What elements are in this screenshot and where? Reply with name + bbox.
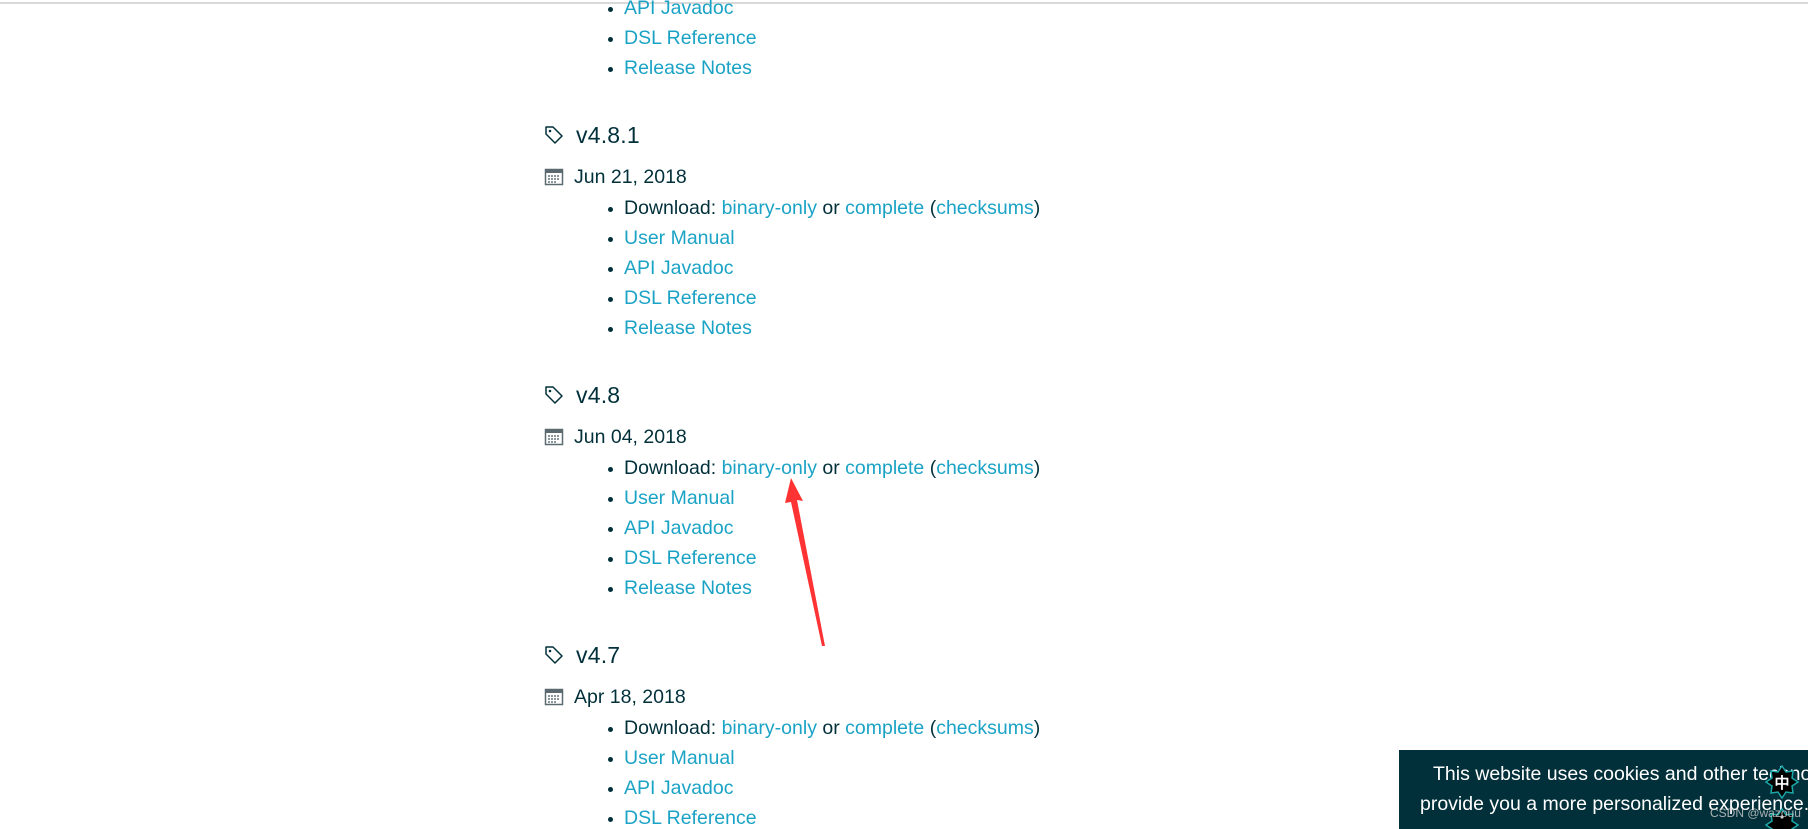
user-manual-link[interactable]: User Manual (624, 747, 735, 769)
download-prefix: Download: (624, 457, 717, 479)
binary-only-link[interactable]: binary-only (722, 457, 817, 479)
release-notes-link[interactable]: Release Notes (624, 577, 752, 599)
user-manual-link[interactable]: User Manual (624, 227, 735, 249)
list-item: Release Notes (608, 573, 1040, 603)
api-javadoc-link[interactable]: API Javadoc (624, 257, 733, 279)
calendar-icon (544, 687, 564, 707)
tag-icon (544, 645, 564, 665)
or-text: or (822, 457, 840, 479)
api-javadoc-link[interactable]: API Javadoc (624, 517, 733, 539)
dsl-reference-link[interactable]: DSL Reference (624, 287, 757, 309)
download-item: Download: binary-only or complete (check… (608, 713, 1040, 743)
calendar-icon (544, 427, 564, 447)
release-links: Download: binary-only or complete (check… (608, 193, 1040, 343)
download-prefix: Download: (624, 717, 717, 739)
binary-only-link[interactable]: binary-only (722, 197, 817, 219)
list-item: Release Notes (608, 53, 757, 83)
date-label: Jun 04, 2018 (574, 426, 687, 448)
checksums-link[interactable]: checksums (936, 197, 1034, 219)
release-links: Download: binary-only or complete (check… (608, 453, 1040, 603)
watermark: CSDN @wazouu (1710, 806, 1801, 820)
ime-indicator-icon[interactable]: 中 (1764, 764, 1800, 800)
list-item: DSL Reference (608, 543, 1040, 573)
release-heading: v4.7 (544, 640, 620, 670)
or-text: or (822, 197, 840, 219)
release-links: Download: binary-only or complete (check… (608, 713, 1040, 829)
binary-only-link[interactable]: binary-only (722, 717, 817, 739)
release-date: Jun 04, 2018 (544, 424, 687, 450)
complete-link[interactable]: complete (845, 717, 924, 739)
list-item: API Javadoc (608, 0, 757, 23)
list-item: User Manual (608, 223, 1040, 253)
cookie-text-line1: This website uses cookies and other tech… (1433, 763, 1808, 785)
or-text: or (822, 717, 840, 739)
close-paren: ) (1033, 197, 1041, 219)
annotation-arrow (785, 478, 825, 646)
download-item: Download: binary-only or complete (check… (608, 193, 1040, 223)
release-notes-link[interactable]: Release Notes (624, 57, 752, 79)
close-paren: ) (1033, 717, 1041, 739)
api-javadoc-link[interactable]: API Javadoc (624, 0, 733, 19)
checksums-link[interactable]: checksums (936, 457, 1034, 479)
dsl-reference-link[interactable]: DSL Reference (624, 547, 757, 569)
tag-icon (544, 385, 564, 405)
release-date: Jun 21, 2018 (544, 164, 687, 190)
version-label: v4.8 (576, 382, 621, 408)
user-manual-link[interactable]: User Manual (624, 487, 735, 509)
version-label: v4.7 (576, 642, 621, 668)
previous-release-links: API Javadoc DSL Reference Release Notes (608, 0, 757, 83)
list-item: Release Notes (608, 313, 1040, 343)
complete-link[interactable]: complete (845, 197, 924, 219)
release-heading: v4.8.1 (544, 120, 640, 150)
list-item: DSL Reference (608, 23, 757, 53)
date-label: Apr 18, 2018 (574, 686, 686, 708)
release-notes-link[interactable]: Release Notes (624, 317, 752, 339)
close-paren: ) (1033, 457, 1041, 479)
tag-icon (544, 125, 564, 145)
release-date: Apr 18, 2018 (544, 684, 686, 710)
api-javadoc-link[interactable]: API Javadoc (624, 777, 733, 799)
download-item: Download: binary-only or complete (check… (608, 453, 1040, 483)
ime-glyph: 中 (1774, 774, 1789, 792)
list-item: DSL Reference (608, 283, 1040, 313)
calendar-icon (544, 167, 564, 187)
release-heading: v4.8 (544, 380, 620, 410)
list-item: User Manual (608, 743, 1040, 773)
date-label: Jun 21, 2018 (574, 166, 687, 188)
version-label: v4.8.1 (576, 122, 640, 148)
list-item: API Javadoc (608, 513, 1040, 543)
dsl-reference-link[interactable]: DSL Reference (624, 27, 757, 49)
list-item: API Javadoc (608, 773, 1040, 803)
download-prefix: Download: (624, 197, 717, 219)
dsl-reference-link[interactable]: DSL Reference (624, 807, 757, 829)
complete-link[interactable]: complete (845, 457, 924, 479)
list-item: User Manual (608, 483, 1040, 513)
checksums-link[interactable]: checksums (936, 717, 1034, 739)
page: API Javadoc DSL Reference Release Notes … (0, 0, 1808, 829)
list-item: API Javadoc (608, 253, 1040, 283)
list-item: DSL Reference (608, 803, 1040, 829)
top-divider (0, 2, 1808, 4)
